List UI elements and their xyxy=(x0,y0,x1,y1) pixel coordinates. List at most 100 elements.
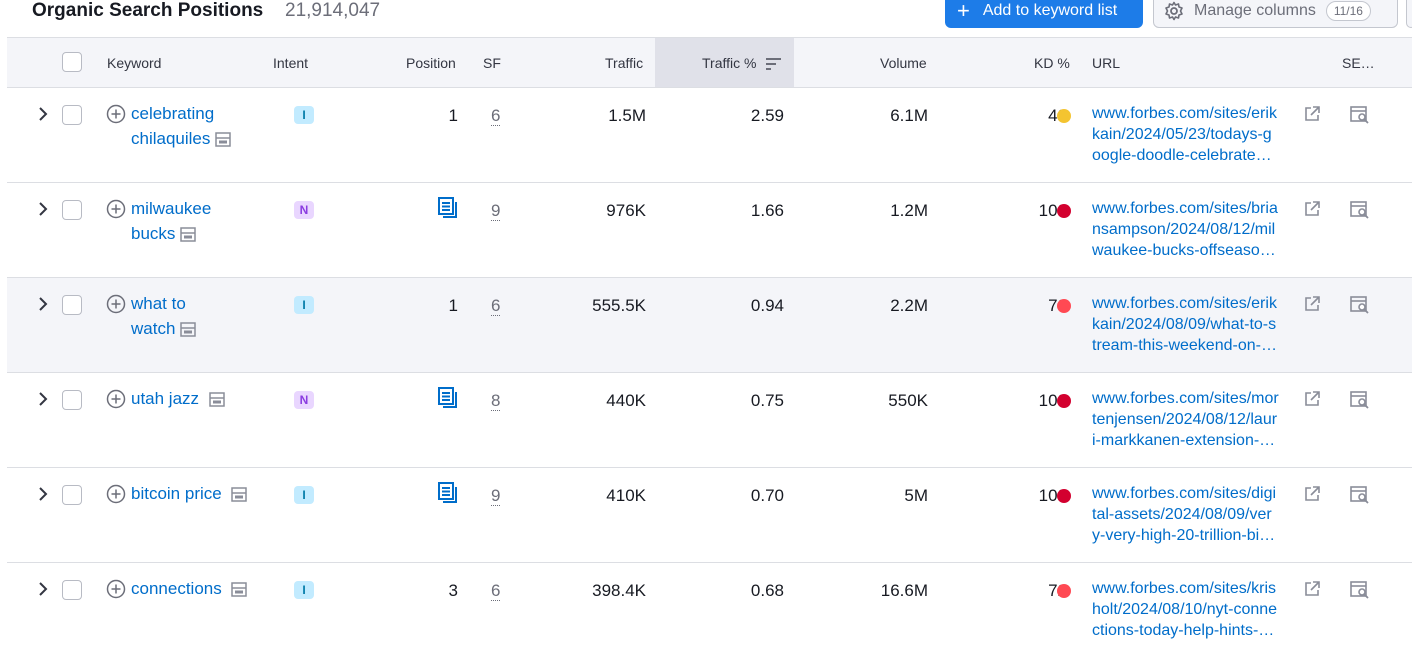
kd-difficulty-dot xyxy=(1057,109,1071,123)
add-to-keyword-list-button[interactable]: + Add to keyword list xyxy=(945,0,1143,28)
volume-value: 550K xyxy=(888,391,928,410)
url-line-2: kain/2024/08/09/what-to-s xyxy=(1092,316,1277,333)
serp-snapshot-icon[interactable] xyxy=(180,322,197,337)
traffic-value: 976K xyxy=(606,201,646,220)
columns-count-badge: 11/16 xyxy=(1325,1,1371,21)
external-link-icon[interactable] xyxy=(1303,200,1321,218)
external-link-icon[interactable] xyxy=(1303,485,1321,503)
external-link-icon[interactable] xyxy=(1303,580,1321,598)
row-checkbox[interactable] xyxy=(62,485,82,505)
col-volume[interactable]: Volume xyxy=(880,38,927,87)
keyword-link[interactable]: celebrating chilaquiles xyxy=(131,101,232,151)
url-line-3: waukee-bucks-offseaso… xyxy=(1092,242,1276,259)
add-keyword-icon[interactable] xyxy=(106,484,126,504)
add-keyword-icon[interactable] xyxy=(106,579,126,599)
chevron-right-icon[interactable] xyxy=(35,106,51,122)
url-line-2: kain/2024/05/23/todays-g xyxy=(1092,126,1272,143)
col-kd[interactable]: KD % xyxy=(1034,38,1070,87)
keyword-line-1: celebrating xyxy=(131,104,215,123)
url-line-1: www.forbes.com/sites/kris xyxy=(1092,580,1277,597)
kd-difficulty-dot xyxy=(1057,299,1071,313)
serp-features-count[interactable]: 6 xyxy=(491,296,501,316)
col-traffic[interactable]: Traffic xyxy=(605,38,643,87)
serp-view-icon[interactable] xyxy=(1350,106,1370,124)
table-body: celebrating chilaquiles I 1 6 1.5M 2.59 … xyxy=(7,88,1412,651)
url-link[interactable]: www.forbes.com/sites/kris holt/2024/08/1… xyxy=(1092,578,1297,641)
keyword-cell: celebrating chilaquiles xyxy=(106,104,256,151)
chevron-right-icon[interactable] xyxy=(35,581,51,597)
url-link[interactable]: www.forbes.com/sites/bria nsampson/2024/… xyxy=(1092,198,1297,261)
select-all-checkbox[interactable] xyxy=(62,52,82,72)
add-keyword-icon[interactable] xyxy=(106,104,126,124)
traffic-pct-value: 2.59 xyxy=(750,106,784,125)
external-link-icon[interactable] xyxy=(1303,390,1321,408)
external-link-icon[interactable] xyxy=(1303,105,1321,123)
keyword-link[interactable]: bitcoin price xyxy=(131,481,248,506)
add-keyword-icon[interactable] xyxy=(106,294,126,314)
manage-columns-button[interactable]: Manage columns 11/16 xyxy=(1153,0,1398,28)
url-link[interactable]: www.forbes.com/sites/mor tenjensen/2024/… xyxy=(1092,388,1297,451)
serp-snapshot-icon[interactable] xyxy=(209,392,225,407)
serp-features-count[interactable]: 9 xyxy=(491,201,501,221)
keyword-cell: bitcoin price xyxy=(106,484,256,506)
url-link[interactable]: www.forbes.com/sites/digi tal-assets/202… xyxy=(1092,483,1297,546)
serp-view-icon[interactable] xyxy=(1350,391,1370,409)
keyword-link[interactable]: what to watch xyxy=(131,291,197,341)
serp-snapshot-icon[interactable] xyxy=(215,132,232,147)
external-link-icon[interactable] xyxy=(1303,295,1321,313)
row-checkbox[interactable] xyxy=(62,580,82,600)
keyword-link[interactable]: connections xyxy=(131,576,248,601)
col-sf[interactable]: SF xyxy=(483,38,501,87)
intent-badge: I xyxy=(294,106,314,124)
table-header: Keyword Intent Position SF Traffic Traff… xyxy=(7,37,1412,88)
serp-view-icon[interactable] xyxy=(1350,486,1370,504)
serp-features-count[interactable]: 9 xyxy=(491,486,501,506)
traffic-pct-value: 0.94 xyxy=(750,296,784,315)
keyword-link[interactable]: milwaukee bucks xyxy=(131,196,211,246)
intent-badge: N xyxy=(294,201,314,219)
col-position[interactable]: Position xyxy=(406,38,456,87)
row-checkbox[interactable] xyxy=(62,295,82,315)
col-keyword[interactable]: Keyword xyxy=(107,38,161,87)
serp-view-icon[interactable] xyxy=(1350,581,1370,599)
intent-badge: I xyxy=(294,486,314,504)
volume-value: 5M xyxy=(904,486,928,505)
serp-snapshot-icon[interactable] xyxy=(180,227,197,242)
col-url[interactable]: URL xyxy=(1092,38,1120,87)
news-feature-icon xyxy=(438,482,457,503)
url-line-1: www.forbes.com/sites/digi xyxy=(1092,485,1277,502)
row-checkbox[interactable] xyxy=(62,390,82,410)
col-intent[interactable]: Intent xyxy=(273,38,308,87)
chevron-right-icon[interactable] xyxy=(35,201,51,217)
serp-features-count[interactable]: 6 xyxy=(491,106,501,126)
volume-value: 16.6M xyxy=(880,581,928,600)
url-line-1: www.forbes.com/sites/bria xyxy=(1092,200,1278,217)
add-keyword-icon[interactable] xyxy=(106,199,126,219)
chevron-right-icon[interactable] xyxy=(35,391,51,407)
url-line-3: i-markkanen-extension-… xyxy=(1092,432,1276,449)
more-button[interactable] xyxy=(1406,0,1412,28)
traffic-pct-value: 0.68 xyxy=(750,581,784,600)
chevron-right-icon[interactable] xyxy=(35,296,51,312)
url-link[interactable]: www.forbes.com/sites/erik kain/2024/05/2… xyxy=(1092,103,1297,166)
col-traffic-pct[interactable]: Traffic % xyxy=(655,38,794,87)
row-checkbox[interactable] xyxy=(62,105,82,125)
serp-view-icon[interactable] xyxy=(1350,201,1370,219)
gear-icon xyxy=(1165,1,1183,21)
add-keyword-icon[interactable] xyxy=(106,389,126,409)
chevron-right-icon[interactable] xyxy=(35,486,51,502)
keyword-cell: connections xyxy=(106,579,256,601)
kd-difficulty-dot xyxy=(1057,584,1071,598)
table-row: bitcoin price I 9 410K 0.70 5M 100 www.f… xyxy=(7,468,1412,563)
serp-features-count[interactable]: 6 xyxy=(491,581,501,601)
serp-view-icon[interactable] xyxy=(1350,296,1370,314)
serp-features-count[interactable]: 8 xyxy=(491,391,501,411)
row-checkbox[interactable] xyxy=(62,200,82,220)
url-link[interactable]: www.forbes.com/sites/erik kain/2024/08/0… xyxy=(1092,293,1297,356)
intent-badge: N xyxy=(294,391,314,409)
serp-snapshot-icon[interactable] xyxy=(231,487,248,502)
serp-snapshot-icon[interactable] xyxy=(231,582,248,597)
col-serp[interactable]: SE… xyxy=(1342,38,1375,87)
keyword-link[interactable]: utah jazz xyxy=(131,386,225,411)
keyword-cell: what to watch xyxy=(106,294,256,341)
